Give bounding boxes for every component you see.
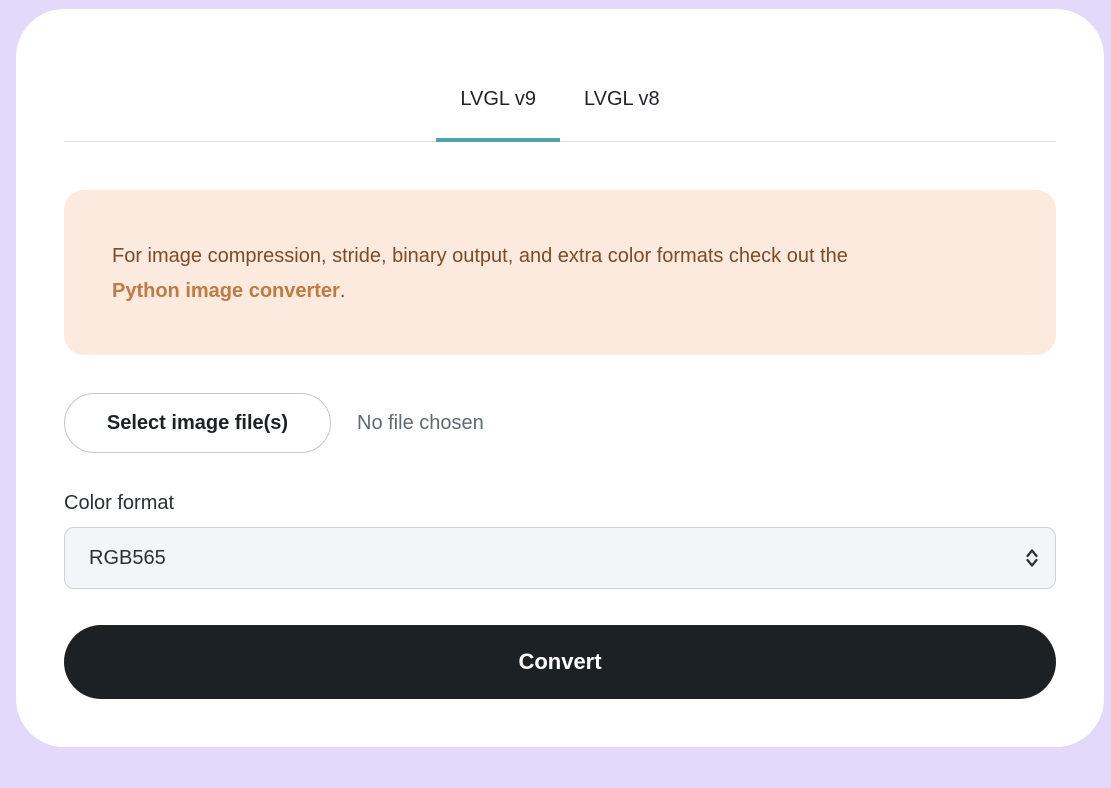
up-down-chevron-icon <box>1026 549 1038 567</box>
color-format-value: RGB565 <box>89 547 166 569</box>
python-converter-link[interactable]: Python image converter <box>112 280 340 302</box>
version-tabs: LVGL v9 LVGL v8 <box>64 69 1056 142</box>
file-status-text: No file chosen <box>357 411 484 434</box>
info-notice: For image compression, stride, binary ou… <box>64 190 1056 355</box>
tab-lvgl-v9[interactable]: LVGL v9 <box>436 69 560 142</box>
converter-card: LVGL v9 LVGL v8 For image compression, s… <box>16 9 1104 747</box>
select-file-button[interactable]: Select image file(s) <box>64 393 331 453</box>
notice-suffix: . <box>339 280 346 302</box>
color-format-label: Color format <box>64 492 175 514</box>
color-format-select[interactable]: RGB565 <box>64 527 1056 589</box>
notice-text: For image compression, stride, binary ou… <box>112 245 848 267</box>
tab-lvgl-v8[interactable]: LVGL v8 <box>560 69 684 141</box>
file-input-row: Select image file(s) No file chosen <box>64 392 484 454</box>
convert-button[interactable]: Convert <box>64 625 1056 699</box>
